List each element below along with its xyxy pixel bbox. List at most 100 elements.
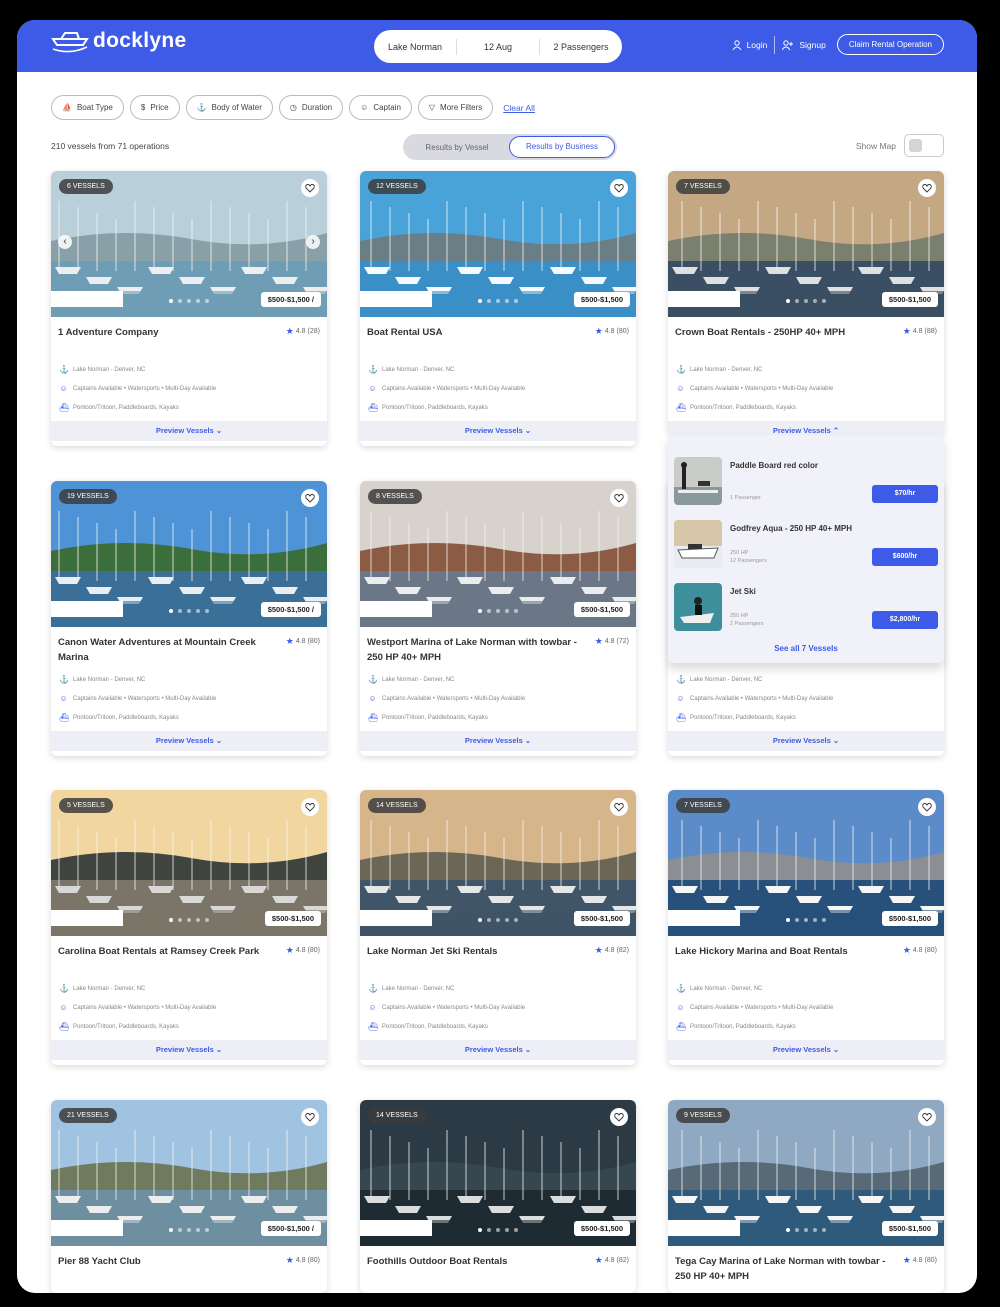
card-image[interactable]: 5 VESSELS $500-$1,500 xyxy=(51,790,327,936)
clear-all-link[interactable]: Clear All xyxy=(503,103,535,113)
business-title[interactable]: Crown Boat Rentals - 250HP 40+ MPH xyxy=(675,325,890,340)
business-card[interactable]: 14 VESSELS $500-$1,500 Foothills Outdoor… xyxy=(360,1100,636,1293)
business-card[interactable]: 7 VESSELS $500-$1,500 Crown Boat Rentals… xyxy=(668,171,944,435)
preview-vessels-button[interactable]: Preview Vessels ⌄ xyxy=(360,731,636,751)
preview-label: Preview Vessels xyxy=(772,736,831,745)
carousel-dots[interactable] xyxy=(478,299,518,303)
carousel-dots[interactable] xyxy=(786,918,826,922)
types-row: ⛴ Pontoon/Tritoon, Paddleboards, Kayaks xyxy=(368,403,488,412)
favorite-heart-icon[interactable] xyxy=(918,179,936,197)
card-image[interactable]: 14 VESSELS $500-$1,500 xyxy=(360,1100,636,1246)
carousel-dots[interactable] xyxy=(169,299,209,303)
carousel-dots[interactable] xyxy=(786,299,826,303)
see-all-vessels-link[interactable]: See all 7 Vessels xyxy=(668,644,944,653)
favorite-heart-icon[interactable] xyxy=(610,179,628,197)
business-title[interactable]: Tega Cay Marina of Lake Norman with towb… xyxy=(675,1254,890,1284)
preview-vessels-button[interactable]: Preview Vessels ⌄ xyxy=(51,731,327,751)
search-bar[interactable]: Lake Norman 12 Aug 2 Passengers xyxy=(374,30,622,63)
preview-vessels-button[interactable]: Preview Vessels ⌄ xyxy=(51,421,327,441)
filter-body-of-water[interactable]: ⚓ Body of Water xyxy=(185,95,273,120)
business-title[interactable]: Lake Norman Jet Ski Rentals xyxy=(367,944,582,959)
carousel-dots[interactable] xyxy=(169,1228,209,1232)
favorite-heart-icon[interactable] xyxy=(918,798,936,816)
card-image[interactable]: 12 VESSELS $500-$1,500 xyxy=(360,171,636,317)
prev-image-arrow-icon[interactable]: ‹ xyxy=(58,235,72,249)
filter-more[interactable]: ▽ More Filters xyxy=(417,95,494,120)
boat-icon: ⛴ xyxy=(676,403,687,412)
business-title[interactable]: Carolina Boat Rentals at Ramsey Creek Pa… xyxy=(58,944,273,959)
login-link[interactable]: Login xyxy=(732,40,767,50)
preview-vessels-button[interactable]: Preview Vessels ⌃ xyxy=(668,421,944,435)
business-title[interactable]: Canon Water Adventures at Mountain Creek… xyxy=(58,635,273,665)
card-image[interactable]: 9 VESSELS $500-$1,500 xyxy=(668,1100,944,1246)
favorite-heart-icon[interactable] xyxy=(610,489,628,507)
business-card[interactable]: 12 VESSELS $500-$1,500 Boat Rental USA ★… xyxy=(360,171,636,446)
toggle-by-business[interactable]: Results by Business xyxy=(509,136,615,158)
filter-duration[interactable]: ◷ Duration xyxy=(278,95,344,120)
signup-link[interactable]: Signup xyxy=(782,40,826,50)
carousel-dots[interactable] xyxy=(169,609,209,613)
next-image-arrow-icon[interactable]: › xyxy=(306,235,320,249)
favorite-heart-icon[interactable] xyxy=(301,798,319,816)
favorite-heart-icon[interactable] xyxy=(301,489,319,507)
carousel-dots[interactable] xyxy=(169,918,209,922)
card-body: Tega Cay Marina of Lake Norman with towb… xyxy=(668,1246,944,1293)
business-title[interactable]: Pier 88 Yacht Club xyxy=(58,1254,273,1269)
business-card[interactable]: 6 VESSELS ‹ › $500-$1,500 / 1 Adventure C… xyxy=(51,171,327,446)
card-image[interactable]: 7 VESSELS $500-$1,500 xyxy=(668,790,944,936)
vessel-item[interactable]: Jet Ski 250 HP 2 Passengers $2,800/hr xyxy=(674,583,938,635)
favorite-heart-icon[interactable] xyxy=(610,1108,628,1126)
carousel-dots[interactable] xyxy=(478,1228,518,1232)
business-card[interactable]: 8 VESSELS $500-$1,500 Westport Marina of… xyxy=(360,481,636,756)
features-text: Captains Available • Watersports • Multi… xyxy=(73,695,217,702)
search-location[interactable]: Lake Norman xyxy=(374,42,456,52)
favorite-heart-icon[interactable] xyxy=(610,798,628,816)
features-text: Captains Available • Watersports • Multi… xyxy=(382,695,526,702)
heart-icon xyxy=(305,803,315,812)
review-count: (80) xyxy=(307,1257,320,1264)
search-date[interactable]: 12 Aug xyxy=(457,42,539,52)
carousel-dots[interactable] xyxy=(478,918,518,922)
card-image[interactable]: 6 VESSELS ‹ › $500-$1,500 / xyxy=(51,171,327,317)
filter-boat-type[interactable]: ⛵ Boat Type xyxy=(51,95,124,120)
carousel-dots[interactable] xyxy=(786,1228,826,1232)
favorite-heart-icon[interactable] xyxy=(301,1108,319,1126)
vessel-price-button[interactable]: $600/hr xyxy=(872,548,938,566)
business-title[interactable]: Foothills Outdoor Boat Rentals xyxy=(367,1254,582,1269)
preview-vessels-button[interactable]: Preview Vessels ⌄ xyxy=(360,1040,636,1060)
docklyne-logo[interactable]: docklyne xyxy=(51,29,186,53)
card-image[interactable]: 8 VESSELS $500-$1,500 xyxy=(360,481,636,627)
card-image[interactable]: 19 VESSELS $500-$1,500 / xyxy=(51,481,327,627)
vessel-price-button[interactable]: $2,800/hr xyxy=(872,611,938,629)
preview-vessels-button[interactable]: Preview Vessels ⌄ xyxy=(668,731,944,751)
vessel-price-button[interactable]: $70/hr xyxy=(872,485,938,503)
business-card[interactable]: 14 VESSELS $500-$1,500 Lake Norman Jet S… xyxy=(360,790,636,1065)
favorite-heart-icon[interactable] xyxy=(918,1108,936,1126)
business-card[interactable]: 9 VESSELS $500-$1,500 Tega Cay Marina of… xyxy=(668,1100,944,1293)
business-title[interactable]: Lake Hickory Marina and Boat Rentals xyxy=(675,944,890,959)
preview-vessels-button[interactable]: Preview Vessels ⌄ xyxy=(668,1040,944,1060)
business-card[interactable]: 19 VESSELS $500-$1,500 / Canon Water Adv… xyxy=(51,481,327,756)
business-title[interactable]: Boat Rental USA xyxy=(367,325,582,340)
search-passengers[interactable]: 2 Passengers xyxy=(540,42,622,52)
claim-rental-button[interactable]: Claim Rental Operation xyxy=(836,34,944,55)
filter-captain[interactable]: ☺ Captain xyxy=(349,95,412,120)
card-image[interactable]: 7 VESSELS $500-$1,500 xyxy=(668,171,944,317)
preview-vessels-button[interactable]: Preview Vessels ⌄ xyxy=(360,421,636,441)
favorite-heart-icon[interactable] xyxy=(301,179,319,197)
business-card[interactable]: 21 VESSELS $500-$1,500 / Pier 88 Yacht C… xyxy=(51,1100,327,1293)
toggle-by-vessel[interactable]: Results by Vessel xyxy=(405,143,509,152)
filter-price[interactable]: $ Price xyxy=(129,95,180,120)
business-title[interactable]: Westport Marina of Lake Norman with towb… xyxy=(367,635,582,665)
business-card[interactable]: 7 VESSELS $500-$1,500 Lake Hickory Marin… xyxy=(668,790,944,1065)
carousel-dots[interactable] xyxy=(478,609,518,613)
card-image[interactable]: 21 VESSELS $500-$1,500 / xyxy=(51,1100,327,1246)
business-title[interactable]: 1 Adventure Company xyxy=(58,325,273,340)
results-view-toggle[interactable]: Results by Vessel Results by Business xyxy=(403,134,617,160)
vessel-item[interactable]: Paddle Board red color 1 Passenger $70/h… xyxy=(674,457,938,509)
card-image[interactable]: 14 VESSELS $500-$1,500 xyxy=(360,790,636,936)
business-card[interactable]: 5 VESSELS $500-$1,500 Carolina Boat Rent… xyxy=(51,790,327,1065)
vessel-item[interactable]: Godfrey Aqua - 250 HP 40+ MPH 250 HP 12 … xyxy=(674,520,938,572)
show-map-switch[interactable] xyxy=(904,134,944,157)
preview-vessels-button[interactable]: Preview Vessels ⌄ xyxy=(51,1040,327,1060)
